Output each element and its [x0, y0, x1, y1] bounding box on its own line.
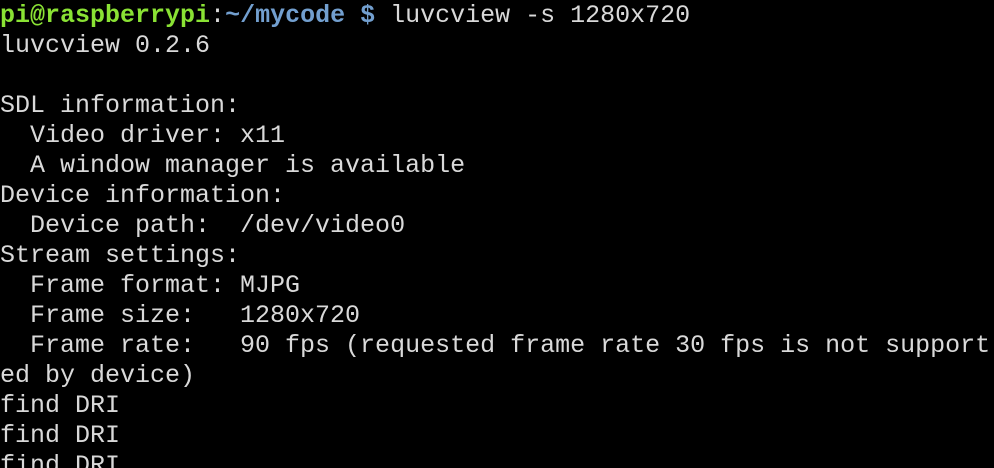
- output-line: luvcview 0.2.6: [0, 31, 211, 60]
- output-line: A window manager is available: [0, 151, 466, 180]
- prompt-separator: :: [210, 1, 226, 30]
- prompt-sign: $: [360, 1, 376, 30]
- output-line: Device path: /dev/video0: [0, 211, 406, 240]
- output-line: Device information:: [0, 181, 286, 210]
- output-line: Video driver: x11: [0, 121, 286, 150]
- command-text: luvcview -s 1280x720: [375, 1, 691, 30]
- output-line: SDL information:: [0, 91, 241, 120]
- output-line: Frame size: 1280x720: [0, 301, 361, 330]
- prompt-path: ~/mycode: [225, 1, 346, 30]
- prompt-user-host: pi@raspberrypi: [0, 1, 211, 30]
- output-line: Frame rate: 90 fps (requested frame rate…: [0, 331, 991, 360]
- output-line: find DRI: [0, 391, 121, 420]
- prompt-line: pi@raspberrypi:~/mycode $ luvcview -s 12…: [0, 1, 994, 31]
- output-line: Frame format: MJPG: [0, 271, 301, 300]
- output-line: Stream settings:: [0, 241, 241, 270]
- output-line: ed by device): [0, 361, 196, 390]
- output-line: find DRI: [0, 421, 121, 450]
- output-line: find DRI: [0, 451, 121, 468]
- terminal-window[interactable]: pi@raspberrypi:~/mycode $ luvcview -s 12…: [0, 0, 994, 468]
